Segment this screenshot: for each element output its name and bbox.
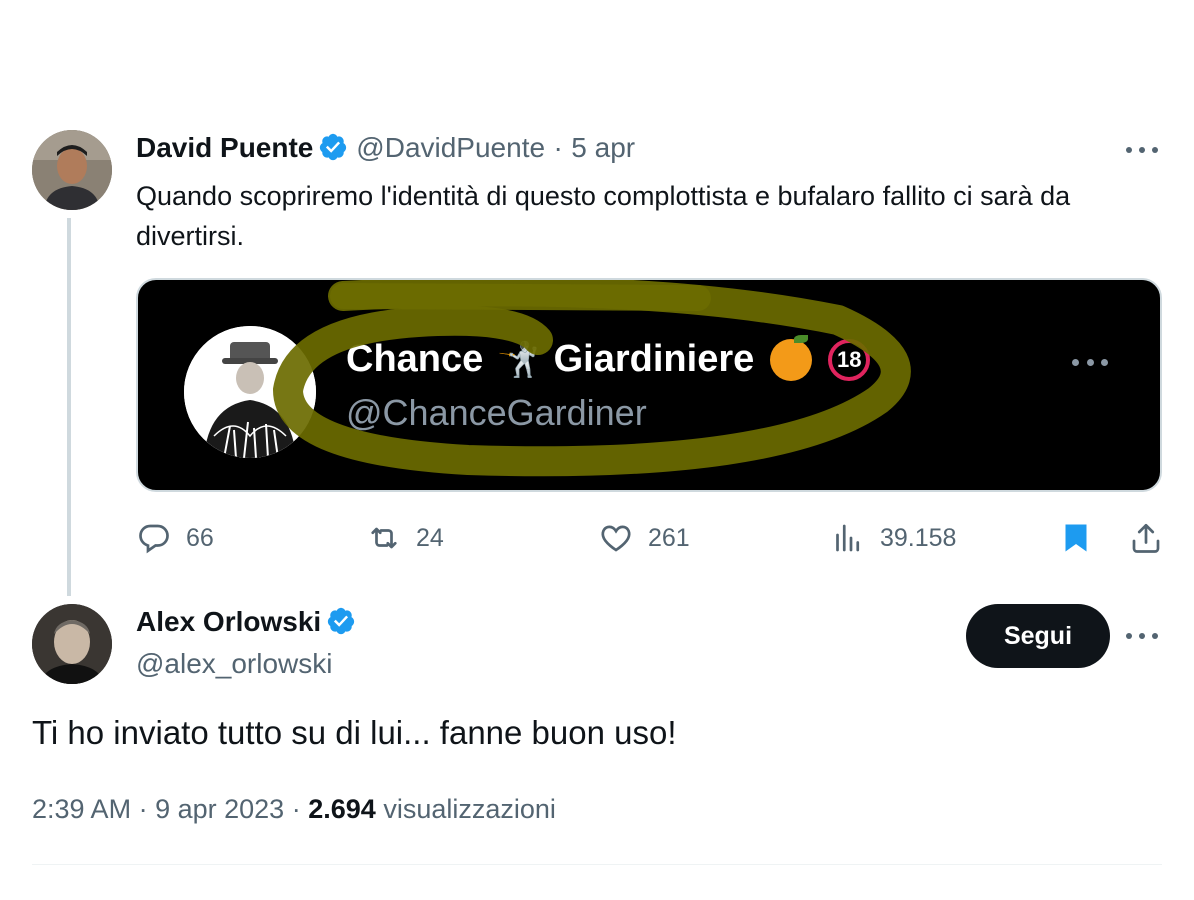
retweet-icon [371,527,397,549]
bookmark-button[interactable] [1058,520,1108,556]
fencer-emoji-icon: 🤺 [497,340,540,379]
follow-button[interactable]: Segui [966,604,1110,668]
share-icon [1132,523,1160,553]
tweet1-date[interactable]: 5 apr [571,132,635,163]
tweet1-header: David Puente @DavidPuente · 5 apr [136,132,635,164]
tweet2-author-handle[interactable]: @alex_orlowski [136,648,333,680]
embedded-profile-card[interactable]: Chance 🤺 Giardiniere 18 @ChanceGardiner [136,278,1162,492]
tweet2-text: Ti ho inviato tutto su di lui... fanne b… [32,714,677,751]
thread-connector-line [67,218,71,596]
tweet2-more-icon[interactable] [1122,624,1162,648]
tweet1-author-handle[interactable]: @DavidPuente [356,132,545,163]
card-handle: @ChanceGardiner [346,392,647,433]
tweet2-views-label[interactable]: visualizzazioni [383,794,556,824]
header-separator: · [553,132,563,163]
views-count: 39.158 [880,523,957,552]
tweet1-more-icon[interactable] [1122,138,1162,162]
meta-separator: · [138,794,148,824]
tweet2-meta: 2:39 AM · 9 apr 2023 · 2.694 visualizzaz… [32,794,556,825]
card-more-icon [1070,350,1110,374]
tweet2-author-name[interactable]: Alex Orlowski [136,606,321,637]
views-button[interactable]: 39.158 [830,520,956,556]
age-18-badge-icon: 18 [828,338,871,381]
card-display-name: Chance 🤺 Giardiniere 18 [346,334,871,381]
reply-count: 66 [186,523,214,552]
tweet2-views-count[interactable]: 2.694 [308,794,376,824]
alex-orlowski-avatar[interactable] [32,604,112,684]
bookmark-icon [1065,524,1087,552]
david-puente-avatar[interactable] [32,130,112,210]
chance-gardiner-avatar [184,326,316,458]
views-icon [836,524,860,552]
like-button[interactable]: 261 [598,520,690,556]
like-count: 261 [648,523,690,552]
tweet1-text: Quando scopriremo l'identità di questo c… [136,181,1071,251]
tweet2-date[interactable]: 9 apr 2023 [155,794,284,824]
tweet2-name-row: Alex Orlowski [136,606,356,638]
card-name-part1: Chance [346,338,484,380]
meta-separator: · [291,794,301,824]
bottom-divider [32,864,1162,865]
verified-icon [326,606,356,636]
tweet2-time[interactable]: 2:39 AM [32,794,131,824]
retweet-count: 24 [416,523,444,552]
reply-button[interactable]: 66 [136,520,214,556]
share-button[interactable] [1128,520,1178,556]
retweet-button[interactable]: 24 [366,520,444,556]
reply-icon [139,524,169,554]
card-name-part2: Giardiniere [553,338,755,380]
tweet1-author-name[interactable]: David Puente [136,132,313,163]
verified-icon [318,132,348,162]
like-icon [601,525,631,552]
orange-emoji-icon [770,334,813,381]
